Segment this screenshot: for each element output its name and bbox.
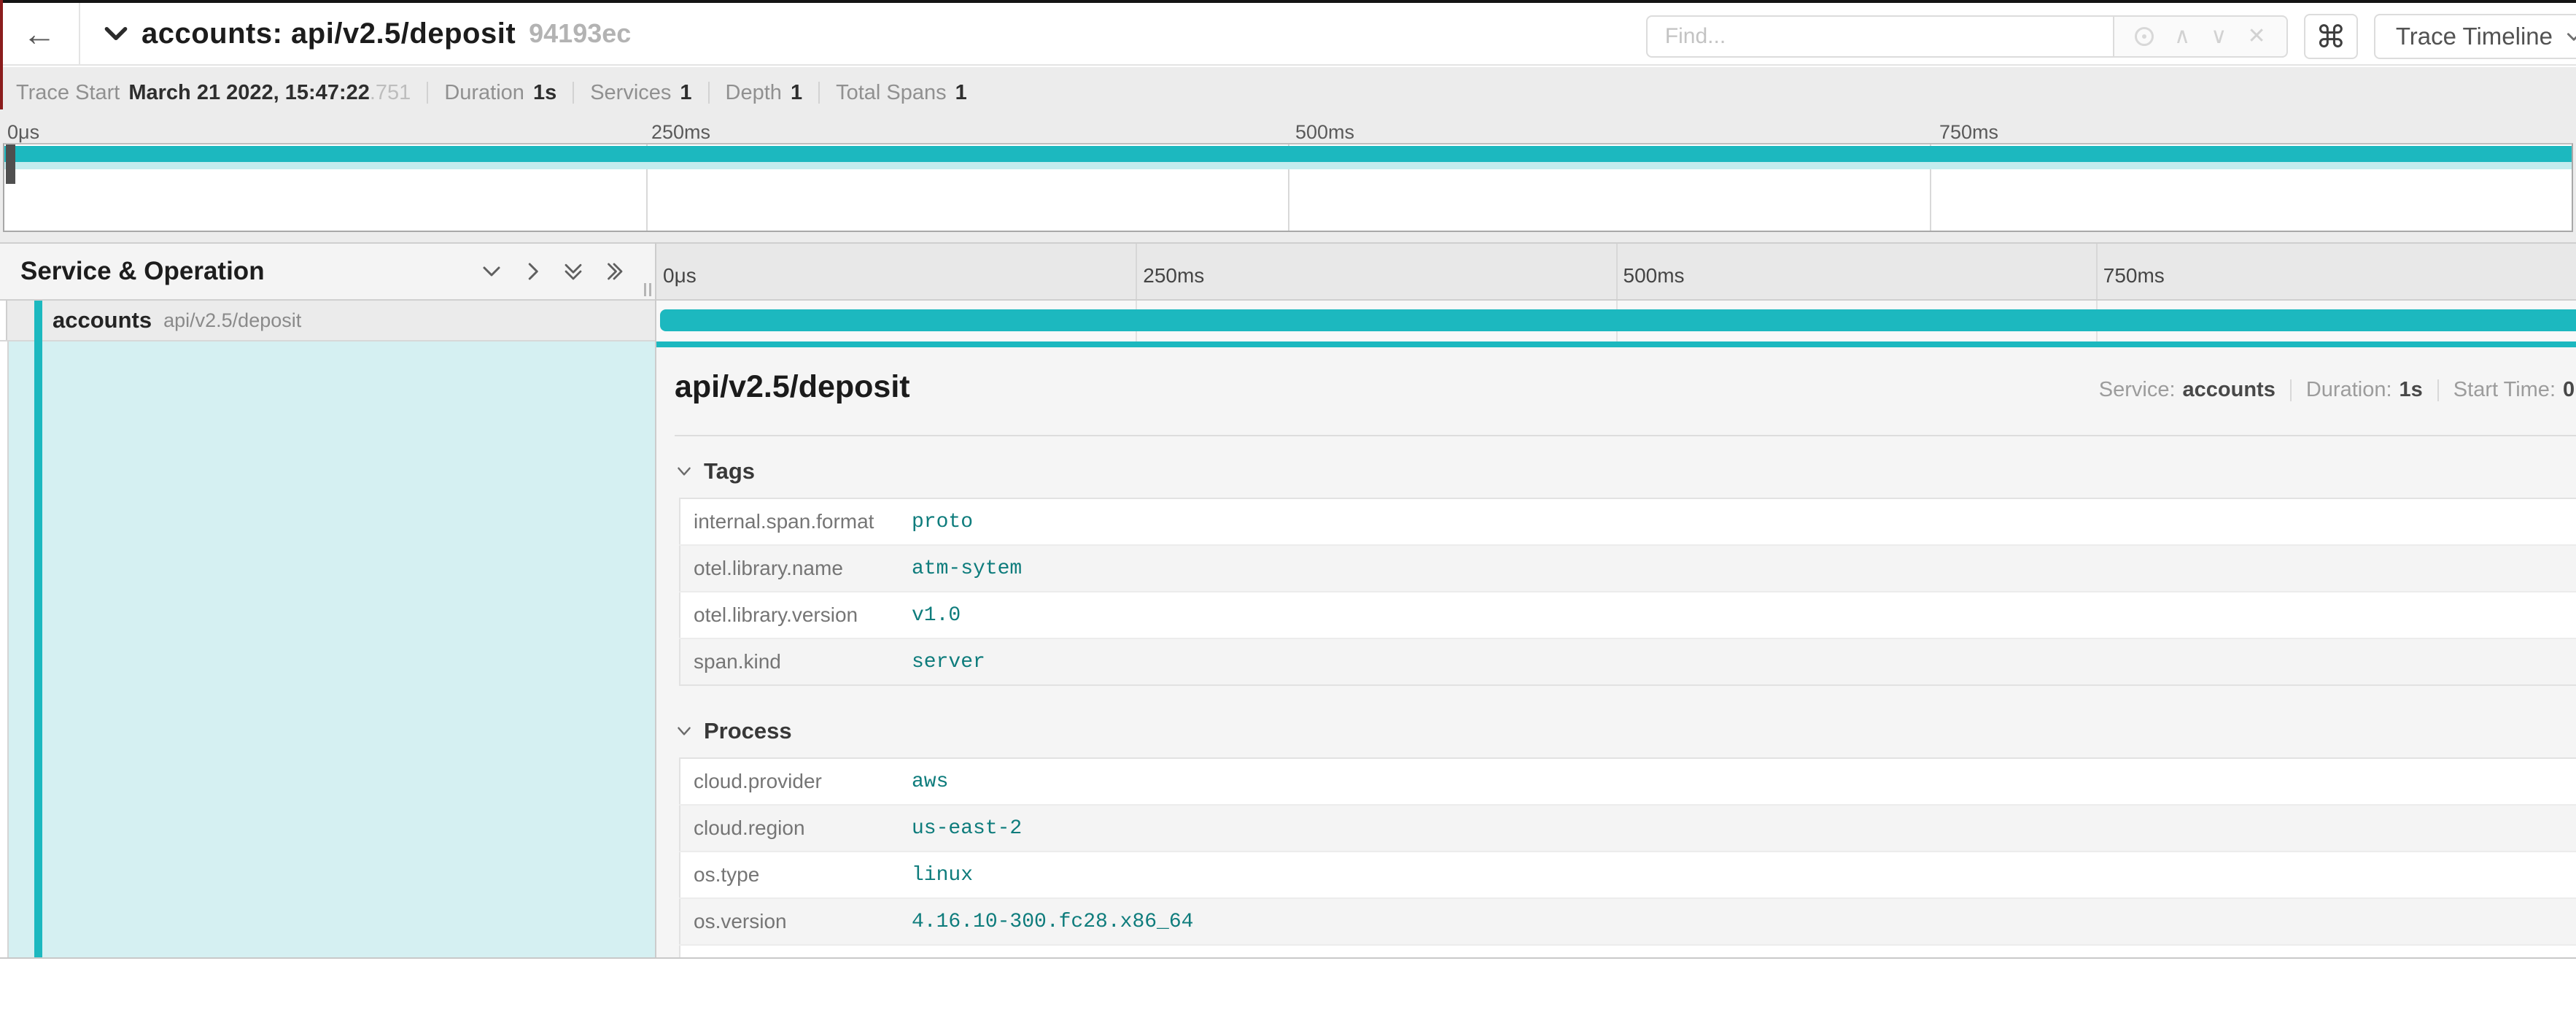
back-arrow-icon: ← xyxy=(23,14,56,53)
trace-view-selector-label: Trace Timeline xyxy=(2396,23,2553,50)
span-service-name: accounts xyxy=(53,307,152,333)
table-row: os.typelinux xyxy=(680,852,2576,898)
tags-section-title: Tags xyxy=(704,458,755,485)
command-icon: ⌘ xyxy=(2316,19,2346,55)
minimap-tick: 0μs xyxy=(0,121,39,144)
service-operation-header: Service & Operation xyxy=(0,244,656,299)
find-group: ∧ ∨ ✕ xyxy=(1646,15,2288,58)
minimap-tick: 500ms xyxy=(1288,121,1354,144)
tags-table: internal.span.formatproto otel.library.n… xyxy=(679,498,2576,686)
window-top-edge xyxy=(0,0,2576,3)
process-section-title: Process xyxy=(704,718,792,744)
meta-divider xyxy=(2290,379,2292,401)
column-resize-grip[interactable] xyxy=(644,283,651,296)
table-row: cloud.regionus-east-2 xyxy=(680,805,2576,852)
minimap-span-shadow xyxy=(4,162,2572,169)
header-controls: ∧ ∨ ✕ ⌘ Trace Timeline xyxy=(1646,14,2576,59)
span-detail-title: api/v2.5/deposit xyxy=(675,369,910,404)
span-operation-name: api/v2.5/deposit xyxy=(163,309,301,332)
timeline-tick: 0μs xyxy=(656,264,697,287)
back-button[interactable]: ← xyxy=(0,3,80,64)
column-splitter[interactable] xyxy=(655,242,656,957)
expand-one-icon[interactable] xyxy=(521,260,543,282)
duration-item: Duration 1s xyxy=(411,81,556,105)
trace-title-group: accounts: api/v2.5/deposit 94193ec xyxy=(102,18,631,50)
detail-gutter-line xyxy=(7,341,9,957)
collapse-one-icon[interactable] xyxy=(481,260,503,282)
trace-id: 94193ec xyxy=(529,18,631,49)
services-item: Services 1 xyxy=(556,81,691,105)
detail-divider xyxy=(675,435,2576,436)
service-color-bar xyxy=(34,301,42,957)
span-row[interactable]: accounts api/v2.5/deposit xyxy=(0,301,2576,341)
span-row-gutter xyxy=(0,301,7,340)
span-detail-panel: api/v2.5/deposit Service: accounts Durat… xyxy=(656,341,2576,957)
table-row: span.kindserver xyxy=(680,638,2576,685)
selected-span-highlight xyxy=(9,341,656,957)
trace-start-item: Trace Start March 21 2022, 15:47:22.751 xyxy=(16,81,411,105)
tags-section: Tags internal.span.formatproto otel.libr… xyxy=(675,458,2576,686)
meta-divider xyxy=(2437,379,2439,401)
tags-section-toggle[interactable]: Tags xyxy=(675,458,2576,485)
timeline-tick: 750ms xyxy=(2096,264,2165,287)
minimap-drag-handle[interactable] xyxy=(6,144,15,184)
find-next-icon[interactable]: ∨ xyxy=(2211,26,2227,47)
total-spans-item: Total Spans 1 xyxy=(802,81,967,105)
span-duration-bar[interactable] xyxy=(660,309,2576,331)
process-table: cloud.provideraws cloud.regionus-east-2 … xyxy=(679,757,2576,957)
find-addon: ∧ ∨ ✕ xyxy=(2113,15,2288,58)
timeline-column-headers: Service & Operation 0μs xyxy=(0,242,2576,301)
window-left-edge xyxy=(0,0,3,109)
find-prev-icon[interactable]: ∧ xyxy=(2174,26,2190,47)
collapse-trace-chevron-icon[interactable] xyxy=(102,20,130,47)
keyboard-shortcuts-button[interactable]: ⌘ xyxy=(2304,14,2358,59)
table-row: service.versionv2.5 xyxy=(680,945,2576,957)
minimap-tick: 750ms xyxy=(1932,121,1998,144)
table-row: cloud.provideraws xyxy=(680,758,2576,805)
table-row: otel.library.versionv1.0 xyxy=(680,592,2576,638)
trace-summary-bar: Trace Start March 21 2022, 15:47:22.751 … xyxy=(0,67,2576,118)
service-operation-title: Service & Operation xyxy=(20,257,265,286)
span-detail-row: api/v2.5/deposit Service: accounts Durat… xyxy=(0,341,2576,957)
collapse-controls xyxy=(481,244,625,299)
timeline-tick: 250ms xyxy=(1136,264,1204,287)
trace-view-bottom-border xyxy=(0,957,2576,959)
find-input[interactable] xyxy=(1646,15,2113,58)
chevron-down-icon xyxy=(675,462,694,481)
table-row: os.version4.16.10-300.fc28.x86_64 xyxy=(680,898,2576,945)
trace-minimap-section: 0μs 250ms 500ms 750ms xyxy=(0,118,2576,242)
process-section-toggle[interactable]: Process xyxy=(675,718,2576,744)
page-title: accounts: api/v2.5/deposit xyxy=(141,18,516,50)
minimap-canvas[interactable] xyxy=(3,143,2573,232)
minimap-ruler: 0μs 250ms 500ms 750ms xyxy=(0,121,2576,143)
table-row: otel.library.nameatm-sytem xyxy=(680,545,2576,592)
process-section: Process cloud.provideraws cloud.regionus… xyxy=(675,718,2576,957)
timeline-tick: 500ms xyxy=(1616,264,1685,287)
find-clear-icon[interactable]: ✕ xyxy=(2247,26,2265,47)
collapse-all-icon[interactable] xyxy=(562,260,584,282)
jaeger-trace-page: ← accounts: api/v2.5/deposit 94193ec ∧ ∨… xyxy=(0,0,2576,1023)
span-row-timeline[interactable] xyxy=(656,301,2576,341)
focus-span-icon[interactable] xyxy=(2135,27,2154,46)
trace-header: ← accounts: api/v2.5/deposit 94193ec ∧ ∨… xyxy=(0,3,2576,66)
span-detail-header: api/v2.5/deposit Service: accounts Durat… xyxy=(675,369,2576,416)
chevron-down-icon xyxy=(675,722,694,741)
span-detail-left-column[interactable] xyxy=(0,341,656,957)
minimap-tick: 250ms xyxy=(644,121,710,144)
span-row-name-column[interactable]: accounts api/v2.5/deposit xyxy=(0,301,656,341)
depth-item: Depth 1 xyxy=(692,81,803,105)
span-detail-meta: Service: accounts Duration: 1s Start Tim… xyxy=(2099,378,2576,402)
timeline-ruler-header: 0μs 250ms 500ms 750ms xyxy=(656,244,2576,299)
trace-view-selector[interactable]: Trace Timeline xyxy=(2374,14,2576,59)
minimap-span-bar xyxy=(4,146,2572,162)
table-row: internal.span.formatproto xyxy=(680,498,2576,545)
chevron-down-icon xyxy=(2564,27,2576,46)
expand-all-icon[interactable] xyxy=(603,260,625,282)
